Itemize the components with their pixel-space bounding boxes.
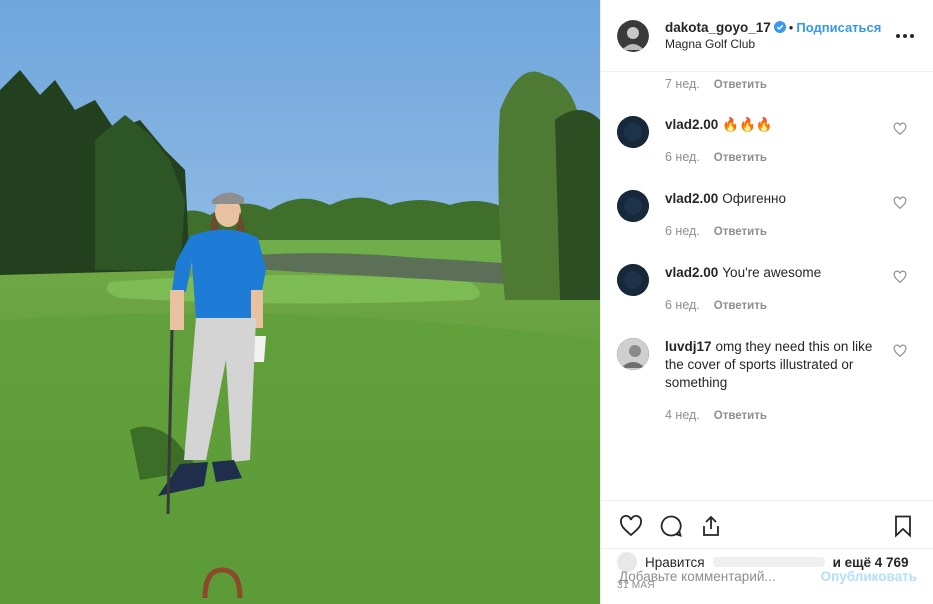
more-options-icon[interactable] bbox=[893, 24, 917, 48]
comment-item: vlad2.00 🔥🔥🔥 6 нед. Ответить bbox=[617, 116, 917, 167]
post-sidebar: dakota_goyo_17 • Подписаться Magna Golf Cl… bbox=[600, 0, 933, 604]
author-username[interactable]: dakota_goyo_17 bbox=[665, 20, 771, 35]
instagram-post: dakota_goyo_17 • Подписаться Magna Golf Cl… bbox=[0, 0, 933, 604]
post-photo[interactable] bbox=[0, 0, 600, 604]
publish-button[interactable]: Опубликовать bbox=[821, 569, 917, 584]
commenter-avatar[interactable] bbox=[617, 338, 649, 370]
comment-bubble-icon[interactable] bbox=[651, 506, 691, 546]
comment-meta: 6 нед. Ответить bbox=[665, 148, 889, 167]
bookmark-icon[interactable] bbox=[883, 506, 923, 546]
commenter-username[interactable]: luvdj17 bbox=[665, 339, 712, 354]
header-text: dakota_goyo_17 • Подписаться Magna Golf Cl… bbox=[665, 19, 885, 53]
like-comment-heart-icon[interactable] bbox=[893, 270, 907, 284]
comment-item: vlad2.00 Офигенно 6 нед. Ответить bbox=[617, 190, 917, 241]
share-icon[interactable] bbox=[691, 506, 731, 546]
post-header: dakota_goyo_17 • Подписаться Magna Golf Cl… bbox=[601, 0, 933, 72]
follow-button[interactable]: Подписаться bbox=[796, 20, 881, 35]
comment-meta: 4 нед. Ответить bbox=[665, 406, 889, 425]
comment-meta: 7 нед. Ответить bbox=[665, 77, 767, 91]
comment-time: 6 нед. bbox=[665, 298, 700, 312]
header-separator: • bbox=[788, 19, 794, 35]
like-comment-heart-icon[interactable] bbox=[893, 122, 907, 136]
commenter-avatar[interactable] bbox=[617, 116, 649, 148]
comment-time: 7 нед. bbox=[665, 77, 700, 91]
reply-button[interactable]: Ответить bbox=[714, 79, 767, 91]
golf-course-photo bbox=[0, 0, 600, 604]
post-location[interactable]: Magna Golf Club bbox=[665, 36, 885, 53]
commenter-avatar[interactable] bbox=[617, 264, 649, 296]
comments-list[interactable]: 7 нед. Ответить vlad2.00 🔥🔥🔥 6 нед. Ответит… bbox=[601, 72, 933, 500]
like-heart-icon[interactable] bbox=[611, 506, 651, 546]
author-avatar[interactable] bbox=[617, 19, 649, 52]
verified-badge-icon bbox=[773, 20, 786, 33]
comment-time: 4 нед. bbox=[665, 408, 700, 422]
comment-item: vlad2.00 You're awesome 6 нед. Ответить bbox=[617, 264, 917, 315]
like-comment-heart-icon[interactable] bbox=[893, 196, 907, 210]
comment-time: 6 нед. bbox=[665, 224, 700, 238]
comment-text: Офигенно bbox=[722, 191, 786, 206]
commenter-username[interactable]: vlad2.00 bbox=[665, 117, 718, 132]
comment-item: luvdj17 omg they need this on like the co… bbox=[617, 338, 917, 425]
reply-button[interactable]: Ответить bbox=[714, 410, 767, 422]
commenter-username[interactable]: vlad2.00 bbox=[665, 265, 718, 280]
add-comment-bar: Опубликовать bbox=[601, 548, 933, 604]
post-actions bbox=[601, 500, 933, 550]
commenter-avatar[interactable] bbox=[617, 190, 649, 222]
comment-meta: 6 нед. Ответить bbox=[665, 296, 889, 315]
comment-time: 6 нед. bbox=[665, 150, 700, 164]
reply-button[interactable]: Ответить bbox=[714, 152, 767, 164]
reply-button[interactable]: Ответить bbox=[714, 300, 767, 312]
like-comment-heart-icon[interactable] bbox=[893, 344, 907, 358]
comment-text: 🔥🔥🔥 bbox=[722, 117, 773, 132]
comment-input[interactable] bbox=[617, 568, 821, 585]
reply-button[interactable]: Ответить bbox=[714, 226, 767, 238]
comment-text: You're awesome bbox=[722, 265, 822, 280]
comment-meta: 6 нед. Ответить bbox=[665, 222, 889, 241]
commenter-username[interactable]: vlad2.00 bbox=[665, 191, 718, 206]
